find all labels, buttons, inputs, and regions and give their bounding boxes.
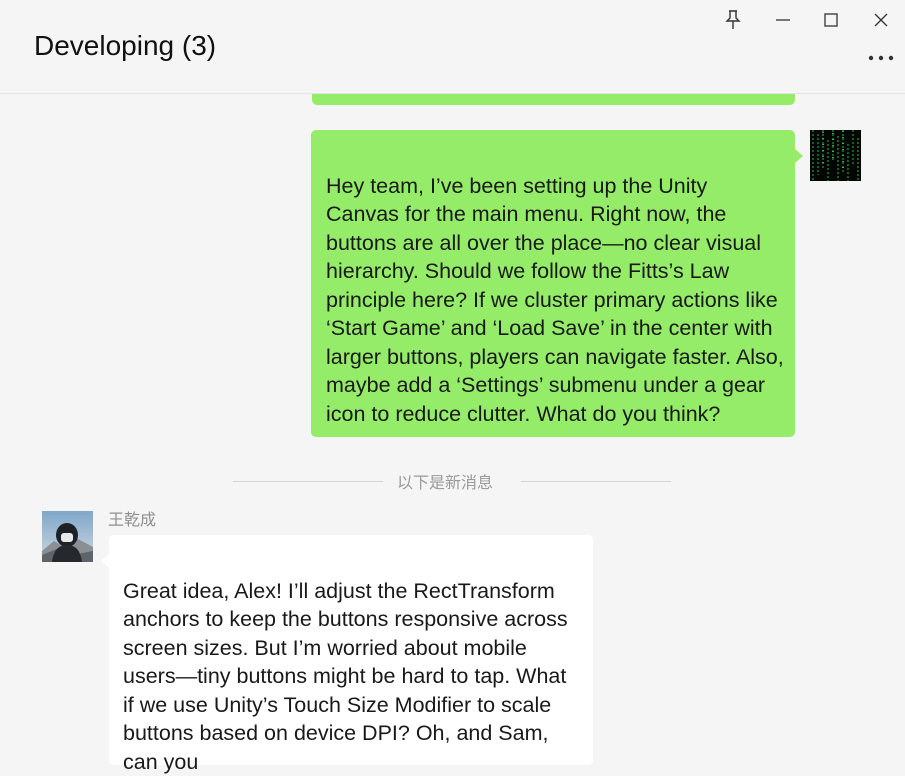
close-button[interactable] [866, 8, 896, 32]
my-avatar[interactable] [810, 130, 861, 181]
matrix-code-avatar-icon [810, 130, 861, 181]
other-message-text: Great idea, Alex! I’ll adjust the RectTr… [123, 578, 568, 774]
my-message-bubble[interactable]: Hey team, I’ve been setting up the Unity… [311, 130, 795, 437]
close-icon [874, 13, 888, 27]
pin-icon [725, 10, 741, 29]
sender-name: 王乾成 [108, 510, 157, 529]
other-message-bubble[interactable]: Great idea, Alex! I’ll adjust the RectTr… [109, 535, 593, 774]
chat-header: Developing (3) [0, 0, 905, 94]
my-message-tail [795, 149, 803, 163]
more-button[interactable] [866, 50, 896, 66]
minimize-button[interactable] [768, 8, 798, 32]
sender-avatar[interactable] [42, 511, 93, 562]
chat-title: Developing (3) [34, 30, 217, 61]
other-message-tail [101, 554, 109, 568]
my-message-text: Hey team, I’ve been setting up the Unity… [326, 173, 784, 426]
new-messages-divider-label: 以下是新消息 [397, 473, 494, 492]
maximize-button[interactable] [816, 8, 846, 32]
person-photo-avatar-icon [42, 511, 93, 562]
pin-button[interactable] [718, 8, 748, 32]
more-icon [868, 55, 894, 61]
divider-line-left [233, 481, 383, 482]
divider-line-right [521, 481, 671, 482]
minimize-icon [776, 19, 790, 21]
maximize-icon [824, 13, 838, 27]
